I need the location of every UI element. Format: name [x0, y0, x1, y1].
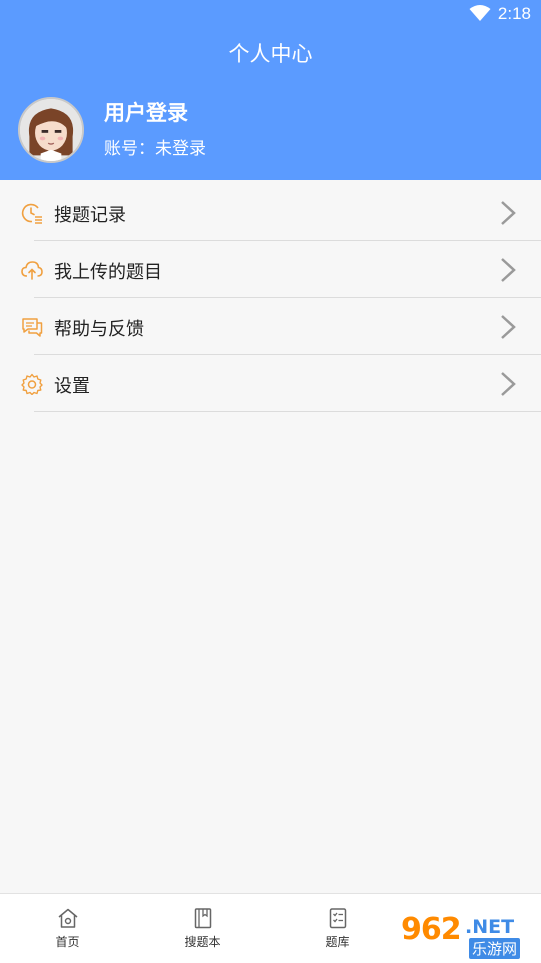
menu-item-settings[interactable]: 设置	[0, 355, 541, 412]
notebook-icon	[194, 908, 211, 929]
user-name[interactable]: 用户登录	[104, 97, 188, 127]
header: 2:18 个人中心 用户登录 账号：未登录	[0, 0, 541, 180]
tab-question-bank[interactable]: 题库	[270, 894, 405, 963]
chat-bubbles-icon	[22, 318, 43, 337]
tab-label: 首页	[55, 935, 80, 949]
chevron-right-icon	[501, 258, 516, 282]
watermark-number: 962	[401, 912, 462, 947]
menu-item-label: 我上传的题目	[54, 262, 162, 283]
watermark-suffix: .NET	[465, 916, 515, 938]
menu-item-search-history[interactable]: 搜题记录	[0, 184, 541, 241]
home-icon	[58, 908, 77, 928]
watermark-cn: 乐游网	[469, 938, 521, 959]
watermark-logo: 962 .NET 乐游网	[401, 912, 531, 959]
menu-item-help-feedback[interactable]: 帮助与反馈	[0, 298, 541, 355]
tab-home[interactable]: 首页	[0, 894, 135, 963]
menu-item-label: 搜题记录	[54, 205, 126, 226]
cloud-upload-icon	[21, 261, 43, 280]
menu-item-label: 设置	[54, 376, 90, 397]
checklist-icon	[329, 908, 346, 929]
tab-search-notebook[interactable]: 搜题本	[135, 894, 270, 963]
menu-item-label: 帮助与反馈	[54, 319, 144, 340]
status-bar: 2:18	[0, 0, 541, 28]
menu-list: 搜题记录 我上传的题目 帮助与反馈 设置	[0, 184, 541, 412]
chevron-right-icon	[501, 315, 516, 339]
chevron-right-icon	[501, 201, 516, 225]
chevron-right-icon	[501, 372, 516, 396]
page-title: 个人中心	[228, 42, 313, 66]
menu-item-my-uploads[interactable]: 我上传的题目	[0, 241, 541, 298]
tab-label: 搜题本	[184, 935, 221, 949]
account-label: 账号：未登录	[104, 139, 206, 159]
gear-icon	[21, 373, 43, 395]
status-time: 2:18	[497, 4, 531, 23]
avatar[interactable]	[18, 97, 84, 163]
avatar-illustration	[20, 99, 82, 161]
divider	[34, 411, 541, 412]
wifi-icon	[469, 5, 491, 21]
tab-label: 题库	[325, 935, 350, 949]
clock-list-icon	[21, 203, 42, 224]
